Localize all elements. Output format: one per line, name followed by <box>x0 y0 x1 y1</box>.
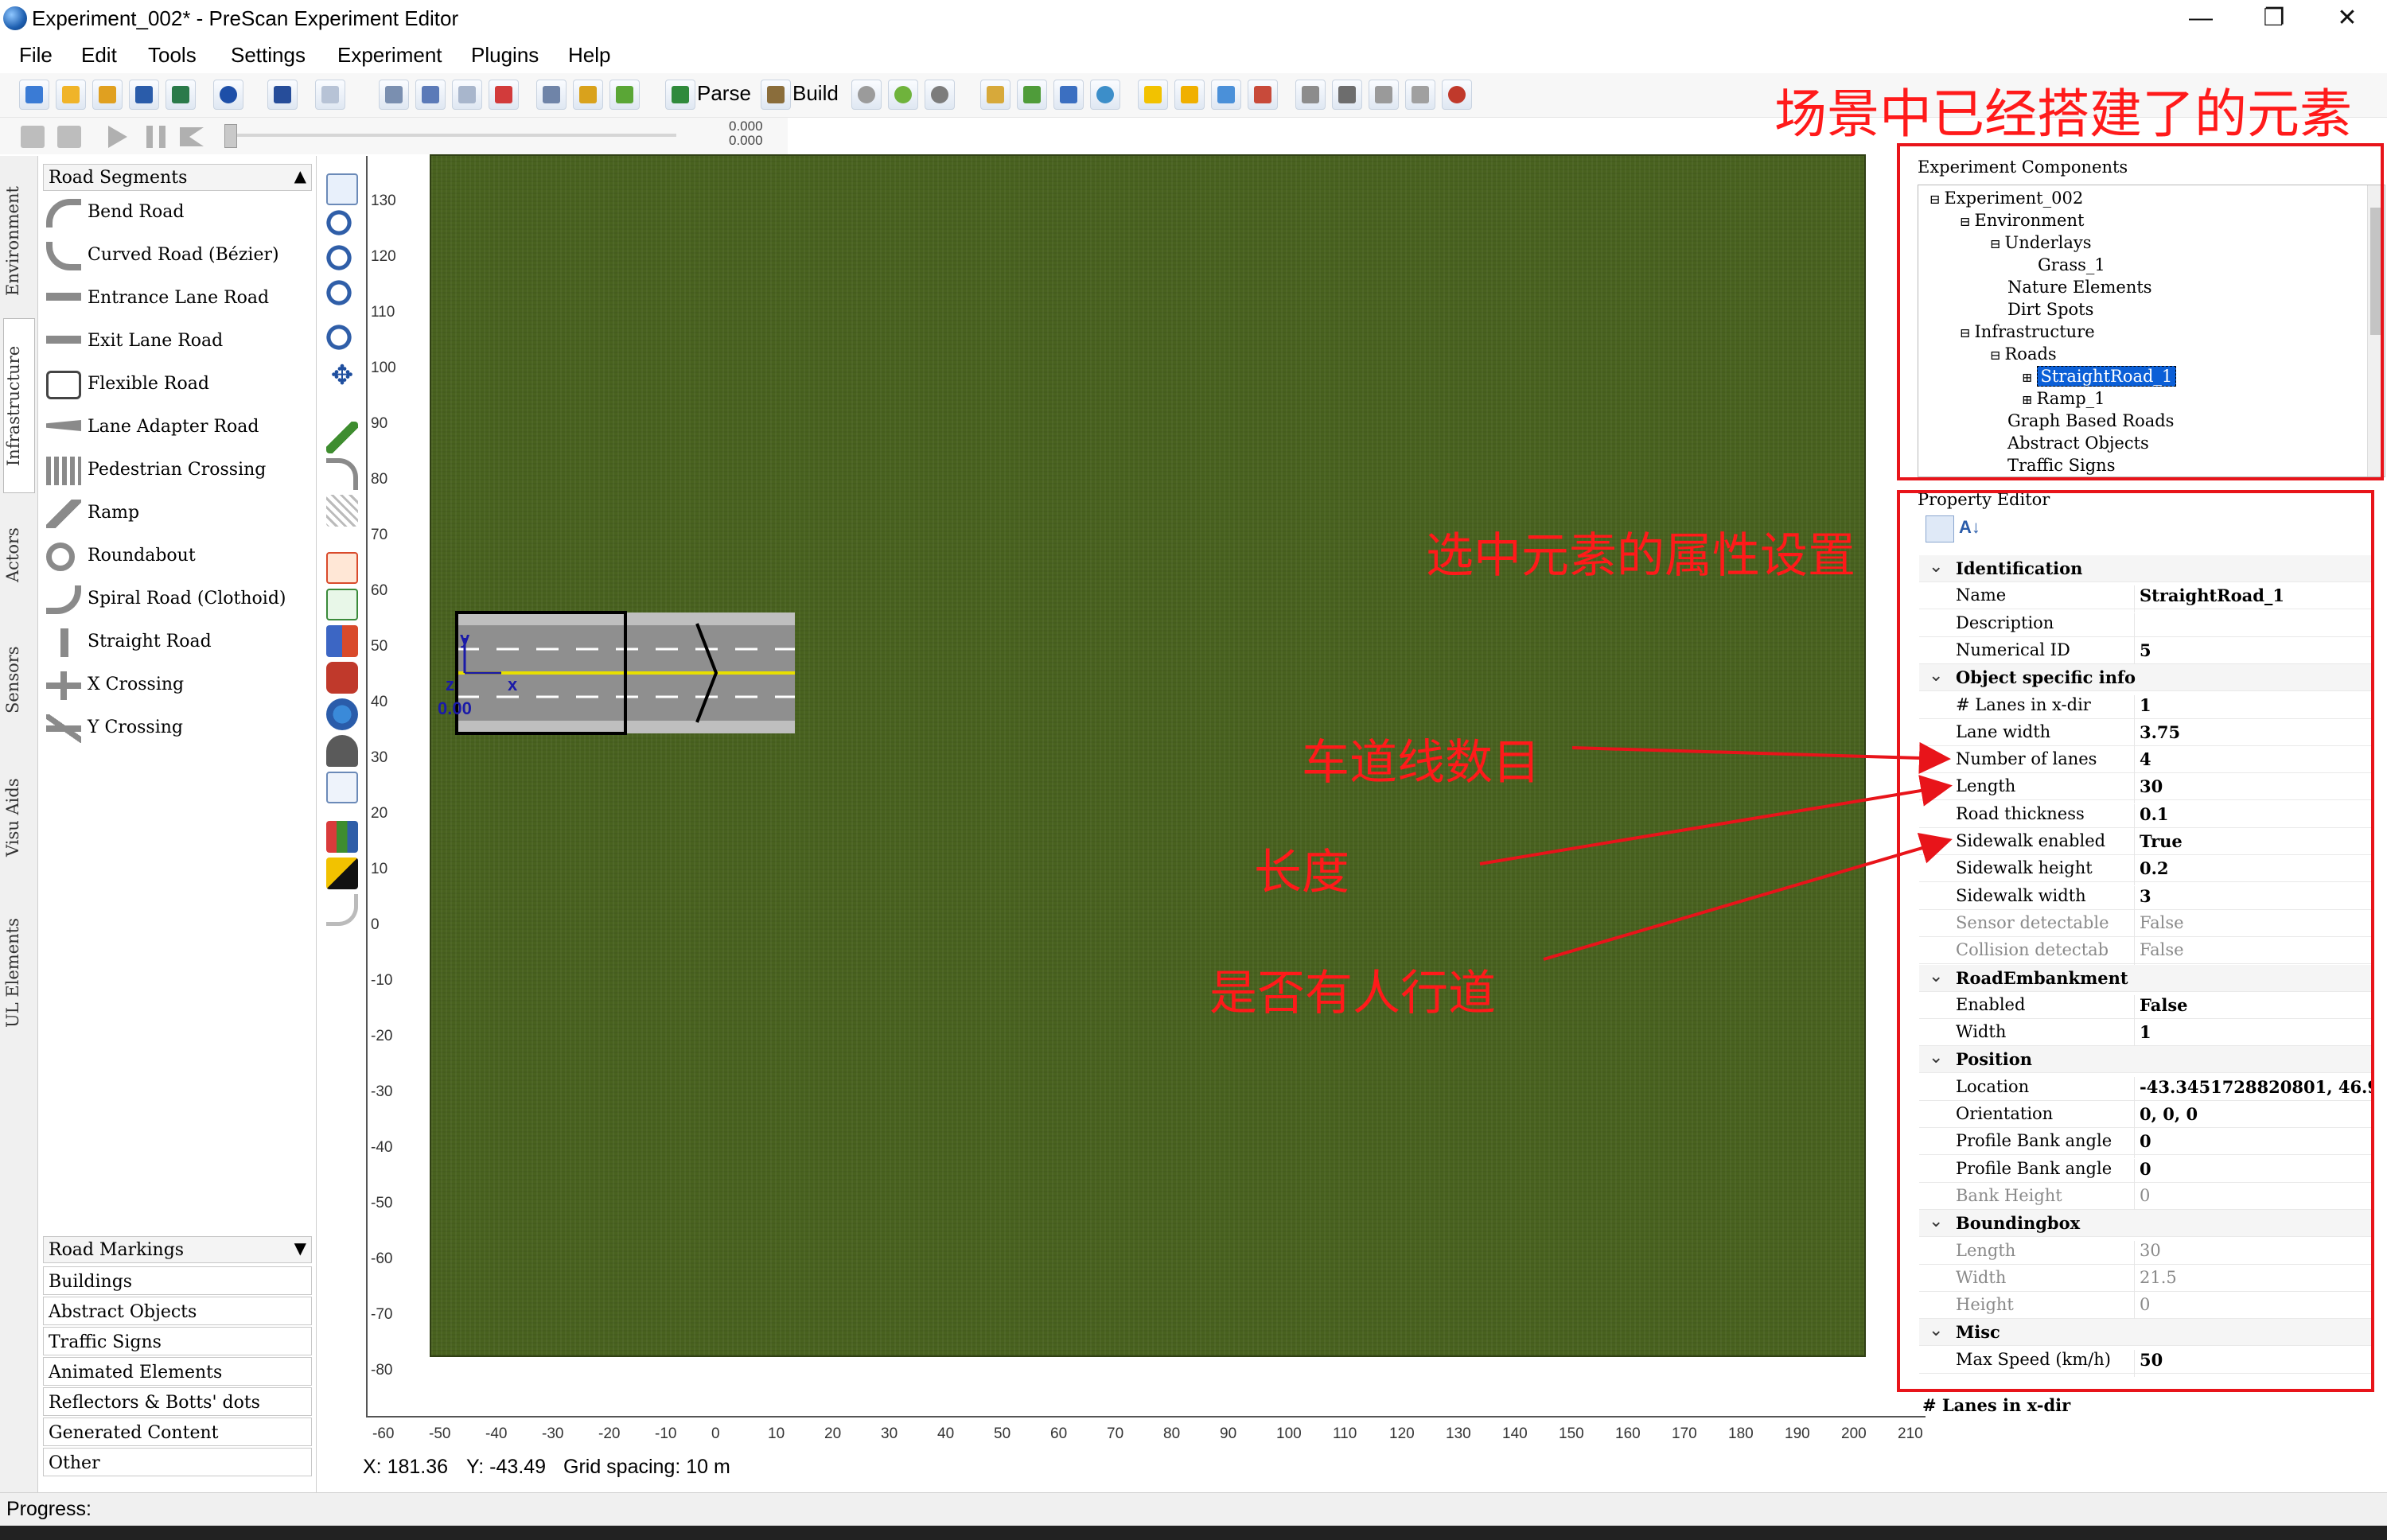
arrow-length <box>1479 775 1953 865</box>
annotation-arrows <box>1479 741 1953 961</box>
arrow-sidewalk <box>1543 832 1953 961</box>
arrow-lanes <box>1571 741 1951 774</box>
